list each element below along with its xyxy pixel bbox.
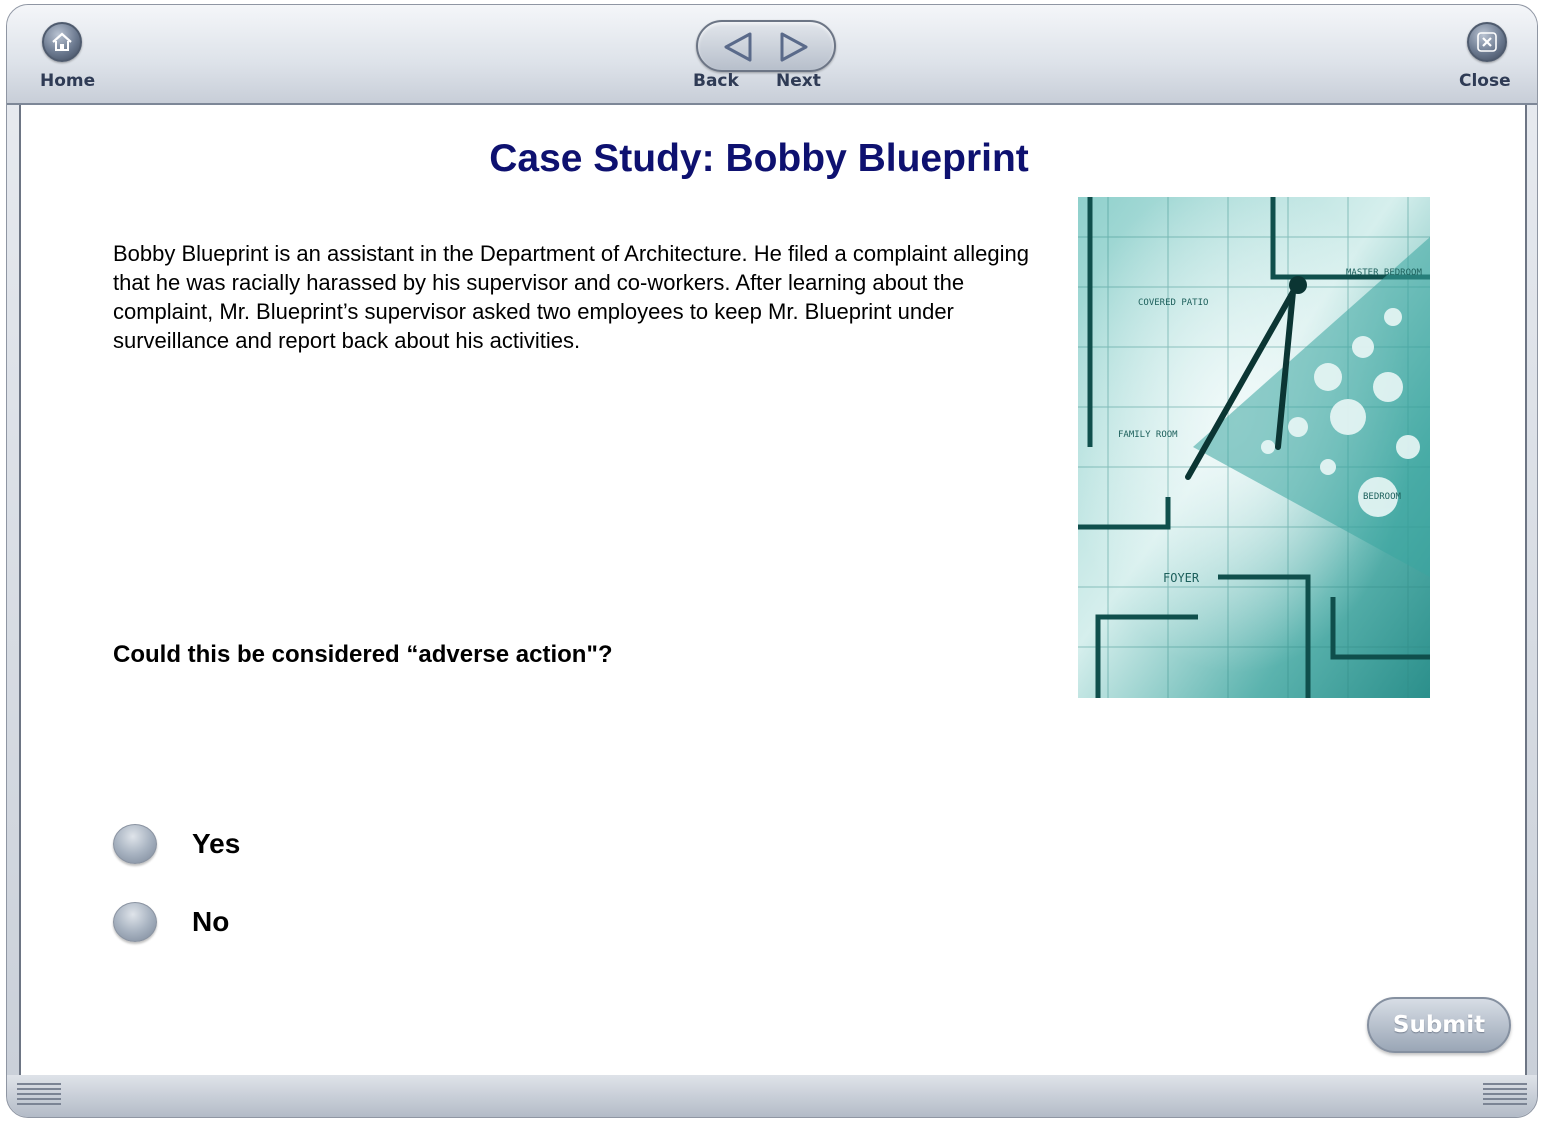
option-yes[interactable]: Yes xyxy=(113,824,240,864)
bottom-bar xyxy=(7,1075,1537,1117)
blueprint-illustration: COVERED PATIO MASTER BEDROOM FAMILY ROOM… xyxy=(1078,197,1430,698)
close-label: Close xyxy=(1459,71,1511,91)
question-text: Could this be considered “adverse action… xyxy=(113,641,613,668)
left-grip-icon xyxy=(17,1083,61,1109)
label-family-room: FAMILY ROOM xyxy=(1118,430,1178,440)
home-label: Home xyxy=(40,71,96,91)
top-toolbar: Home Back Next Close xyxy=(7,5,1537,105)
label-bedroom: BEDROOM xyxy=(1363,492,1402,502)
option-yes-label: Yes xyxy=(192,828,241,859)
back-next-control xyxy=(696,20,836,72)
no-radio[interactable] xyxy=(113,902,157,942)
app-window: Home Back Next Close Case Study: Bobby B… xyxy=(6,4,1538,1118)
home-button[interactable] xyxy=(42,22,82,62)
label-foyer: FOYER xyxy=(1163,571,1200,585)
content-panel: Case Study: Bobby Blueprint Bobby Bluepr… xyxy=(19,105,1527,1077)
label-covered-patio: COVERED PATIO xyxy=(1138,298,1208,308)
option-no-label: No xyxy=(192,906,230,937)
label-master-bedroom: MASTER BEDROOM xyxy=(1346,268,1422,278)
right-grip-icon xyxy=(1483,1083,1527,1109)
yes-radio[interactable] xyxy=(113,824,157,864)
next-arrow-icon[interactable] xyxy=(776,30,812,64)
back-arrow-icon[interactable] xyxy=(720,30,756,64)
close-button[interactable] xyxy=(1467,22,1507,62)
blueprint-image: COVERED PATIO MASTER BEDROOM FAMILY ROOM… xyxy=(1078,197,1430,698)
submit-button[interactable]: Submit xyxy=(1367,997,1511,1053)
page-title: Case Study: Bobby Blueprint xyxy=(489,137,1029,180)
option-no[interactable]: No xyxy=(113,902,229,942)
case-description: Bobby Blueprint is an assistant in the D… xyxy=(113,241,1029,353)
close-icon xyxy=(1477,32,1497,52)
home-icon xyxy=(52,32,72,51)
back-button[interactable]: Back xyxy=(693,71,739,91)
next-button[interactable]: Next xyxy=(776,71,821,91)
